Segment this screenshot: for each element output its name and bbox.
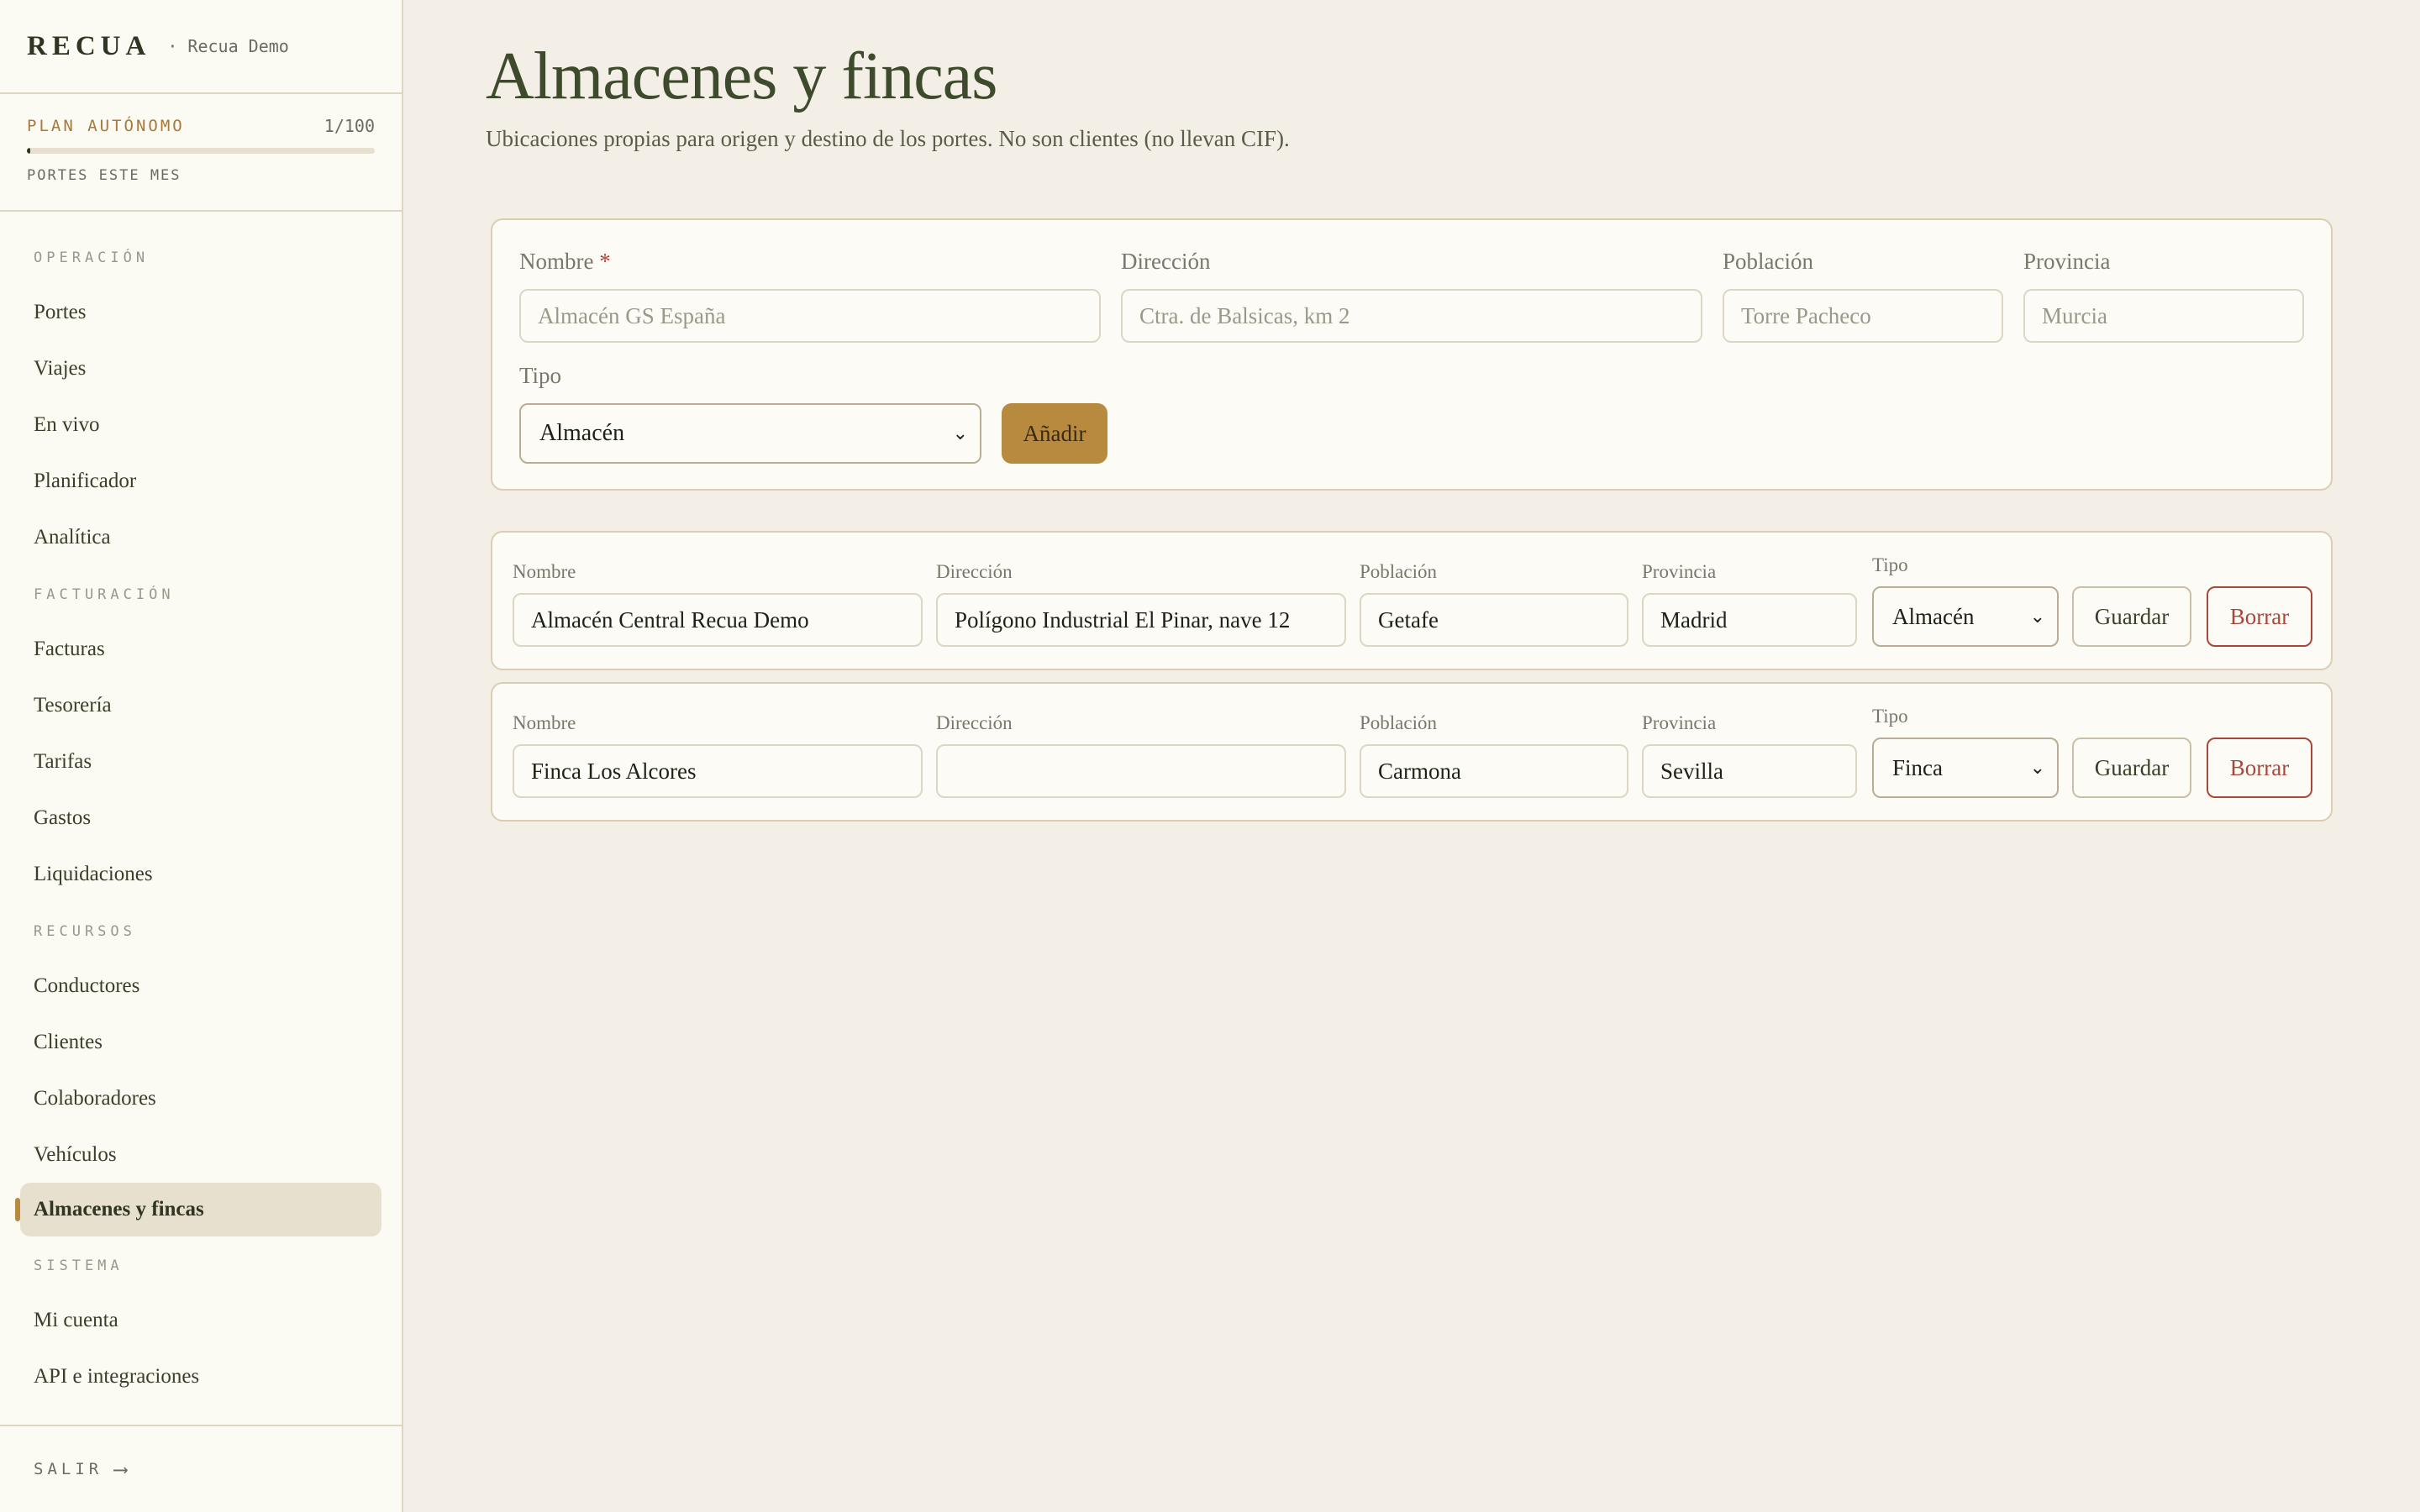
provincia-input[interactable] xyxy=(2023,289,2304,343)
nav-section-title: RECURSOS xyxy=(34,923,136,940)
chevron-down-icon: ⌄ xyxy=(2029,757,2045,778)
row-tipo-value: Finca xyxy=(1892,754,1943,780)
nav-item-tesoreria[interactable]: Tesorería xyxy=(0,677,402,733)
nav-item-analitica[interactable]: Analítica xyxy=(0,509,402,565)
row-poblacion-input[interactable] xyxy=(1360,744,1628,798)
row-provincia-label: Provincia xyxy=(1642,561,1717,582)
row-nombre-label: Nombre xyxy=(513,712,576,733)
required-mark: * xyxy=(599,249,611,274)
nav-item-portes[interactable]: Portes xyxy=(0,284,402,340)
nav-item-almacenes-y-fincas[interactable]: Almacenes y fincas xyxy=(15,1183,381,1236)
plan-name: PLAN AUTÓNOMO xyxy=(27,117,185,135)
nombre-label-text: Nombre xyxy=(519,249,594,274)
nav-section-title: FACTURACIÓN xyxy=(34,586,175,603)
row-provincia-input[interactable] xyxy=(1642,744,1857,798)
nav-item-facturas[interactable]: Facturas xyxy=(0,621,402,677)
plan-usage: PLAN AUTÓNOMO 1/100 PORTES ESTE MES xyxy=(0,94,402,212)
location-row: Nombre Dirección Población Provincia Tip… xyxy=(491,531,2333,670)
row-nombre-input[interactable] xyxy=(513,593,923,647)
row-direccion-input[interactable] xyxy=(936,744,1346,798)
poblacion-label: Población xyxy=(1723,249,1813,274)
tipo-label: Tipo xyxy=(519,363,562,388)
row-tipo-value: Almacén xyxy=(1892,603,1975,629)
row-poblacion-label: Población xyxy=(1360,712,1437,733)
add-button[interactable]: Añadir xyxy=(1002,403,1107,464)
nav-item-planificador[interactable]: Planificador xyxy=(0,453,402,509)
nav-item-liquidaciones[interactable]: Liquidaciones xyxy=(0,846,402,902)
brand-logo[interactable]: RECUA xyxy=(27,31,150,62)
nav-section-facturacion: FACTURACIÓN Facturas Tesorería Tarifas G… xyxy=(0,582,402,902)
plan-progress-bar xyxy=(27,148,375,154)
plan-label: PORTES ESTE MES xyxy=(27,167,182,184)
direccion-label: Dirección xyxy=(1121,249,1211,274)
new-location-form: Nombre * Dirección Población Provincia T… xyxy=(491,218,2333,491)
row-nombre-label: Nombre xyxy=(513,561,576,582)
sidebar: RECUA · Recua Demo PLAN AUTÓNOMO 1/100 P… xyxy=(0,0,403,1512)
row-direccion-input[interactable] xyxy=(936,593,1346,647)
poblacion-input[interactable] xyxy=(1723,289,2003,343)
row-tipo-select[interactable]: Almacén ⌄ xyxy=(1872,586,2059,647)
nav-section-operacion: OPERACIÓN Portes Viajes En vivo Planific… xyxy=(0,245,402,565)
delete-button[interactable]: Borrar xyxy=(2207,738,2312,798)
page-title: Almacenes y fincas xyxy=(486,39,997,113)
logout-button[interactable]: SALIR ⟶ xyxy=(0,1425,402,1512)
tipo-select[interactable]: Almacén ⌄ xyxy=(519,403,981,464)
nav-item-mi-cuenta[interactable]: Mi cuenta xyxy=(0,1292,402,1348)
save-button[interactable]: Guardar xyxy=(2072,738,2191,798)
nav-item-en-vivo[interactable]: En vivo xyxy=(0,396,402,453)
row-nombre-input[interactable] xyxy=(513,744,923,798)
row-provincia-input[interactable] xyxy=(1642,593,1857,647)
save-button[interactable]: Guardar xyxy=(2072,586,2191,647)
nav-item-clientes[interactable]: Clientes xyxy=(0,1014,402,1070)
row-tipo-label: Tipo xyxy=(1872,554,1908,575)
location-row: Nombre Dirección Población Provincia Tip… xyxy=(491,682,2333,822)
row-direccion-label: Dirección xyxy=(936,561,1013,582)
nombre-input[interactable] xyxy=(519,289,1101,343)
nav-item-vehiculos[interactable]: Vehículos xyxy=(0,1126,402,1183)
row-provincia-label: Provincia xyxy=(1642,712,1717,733)
nav-section-title: SISTEMA xyxy=(34,1257,124,1274)
tipo-select-value: Almacén xyxy=(539,420,625,446)
row-tipo-label: Tipo xyxy=(1872,706,1908,727)
nav-item-gastos[interactable]: Gastos xyxy=(0,790,402,846)
chevron-down-icon: ⌄ xyxy=(952,423,968,444)
row-tipo-select[interactable]: Finca ⌄ xyxy=(1872,738,2059,798)
page-subtitle: Ubicaciones propias para origen y destin… xyxy=(486,126,1290,151)
chevron-down-icon: ⌄ xyxy=(2029,606,2045,627)
nav-item-conductores[interactable]: Conductores xyxy=(0,958,402,1014)
plan-count: 1/100 xyxy=(324,116,375,136)
row-poblacion-label: Población xyxy=(1360,561,1437,582)
logout-label: SALIR xyxy=(34,1460,103,1478)
provincia-label: Provincia xyxy=(2023,249,2111,274)
nav-item-viajes[interactable]: Viajes xyxy=(0,340,402,396)
nav-section-title: OPERACIÓN xyxy=(34,249,150,266)
nav-item-tarifas[interactable]: Tarifas xyxy=(0,733,402,790)
delete-button[interactable]: Borrar xyxy=(2207,586,2312,647)
row-poblacion-input[interactable] xyxy=(1360,593,1628,647)
arrow-right-icon: ⟶ xyxy=(114,1457,127,1481)
brand-header: RECUA · Recua Demo xyxy=(0,0,402,94)
direccion-input[interactable] xyxy=(1121,289,1702,343)
nav-item-api-integraciones[interactable]: API e integraciones xyxy=(0,1348,402,1404)
main-nav: OPERACIÓN Portes Viajes En vivo Planific… xyxy=(0,212,402,1404)
workspace-name: · Recua Demo xyxy=(167,36,289,56)
plan-progress-fill xyxy=(27,148,31,154)
nav-item-colaboradores[interactable]: Colaboradores xyxy=(0,1070,402,1126)
nombre-label: Nombre * xyxy=(519,249,611,275)
row-direccion-label: Dirección xyxy=(936,712,1013,733)
nav-section-sistema: SISTEMA Mi cuenta API e integraciones xyxy=(0,1253,402,1404)
nav-section-recursos: RECURSOS Conductores Clientes Colaborado… xyxy=(0,919,402,1236)
